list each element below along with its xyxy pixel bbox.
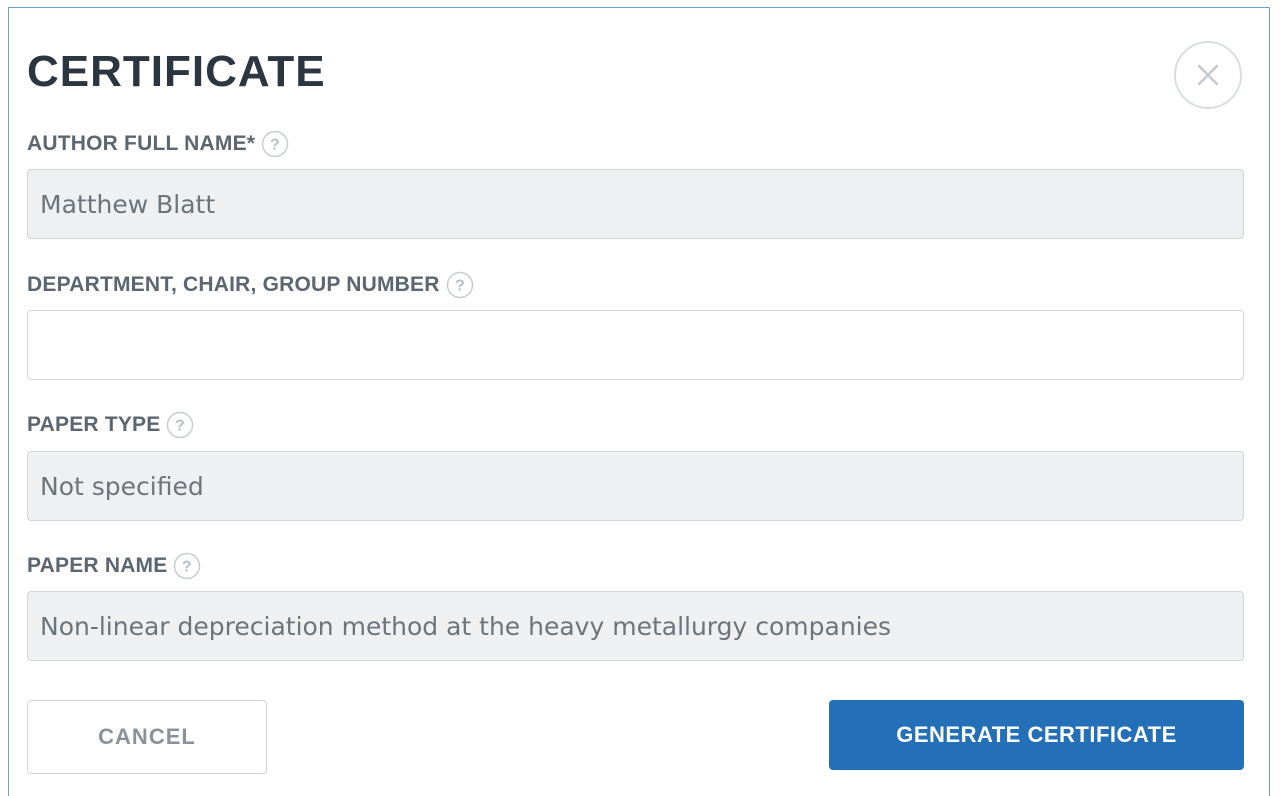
paper-name-field[interactable]: Non-linear depreciation method at the he… bbox=[27, 591, 1244, 661]
department-input[interactable] bbox=[40, 310, 1231, 380]
svg-text:?: ? bbox=[182, 559, 192, 576]
cancel-button[interactable]: CANCEL bbox=[27, 700, 267, 774]
svg-text:?: ? bbox=[270, 137, 280, 154]
paper-name-label: PAPER NAME ? bbox=[27, 551, 201, 581]
close-icon bbox=[1197, 64, 1219, 86]
author-name-field[interactable]: Matthew Blatt bbox=[27, 169, 1244, 239]
author-name-label: AUTHOR FULL NAME* ? bbox=[27, 129, 289, 159]
certificate-dialog: CERTIFICATE AUTHOR FULL NAME* ? Matthew … bbox=[8, 7, 1270, 796]
svg-text:?: ? bbox=[455, 278, 465, 295]
department-field[interactable] bbox=[27, 310, 1244, 380]
paper-name-help-icon[interactable]: ? bbox=[173, 552, 201, 580]
paper-type-field[interactable]: Not specified bbox=[27, 451, 1244, 521]
generate-certificate-button[interactable]: GENERATE CERTIFICATE bbox=[829, 700, 1244, 770]
department-label: DEPARTMENT, CHAIR, GROUP NUMBER ? bbox=[27, 270, 474, 300]
author-name-value: Matthew Blatt bbox=[40, 189, 216, 219]
paper-type-label: PAPER TYPE ? bbox=[27, 410, 194, 440]
svg-text:?: ? bbox=[175, 418, 185, 435]
paper-type-help-icon[interactable]: ? bbox=[166, 411, 194, 439]
dialog-title: CERTIFICATE bbox=[27, 47, 326, 96]
department-help-icon[interactable]: ? bbox=[446, 271, 474, 299]
paper-type-value: Not specified bbox=[40, 471, 204, 501]
author-name-help-icon[interactable]: ? bbox=[261, 130, 289, 158]
close-button[interactable] bbox=[1174, 41, 1242, 109]
paper-name-value: Non-linear depreciation method at the he… bbox=[40, 611, 892, 641]
